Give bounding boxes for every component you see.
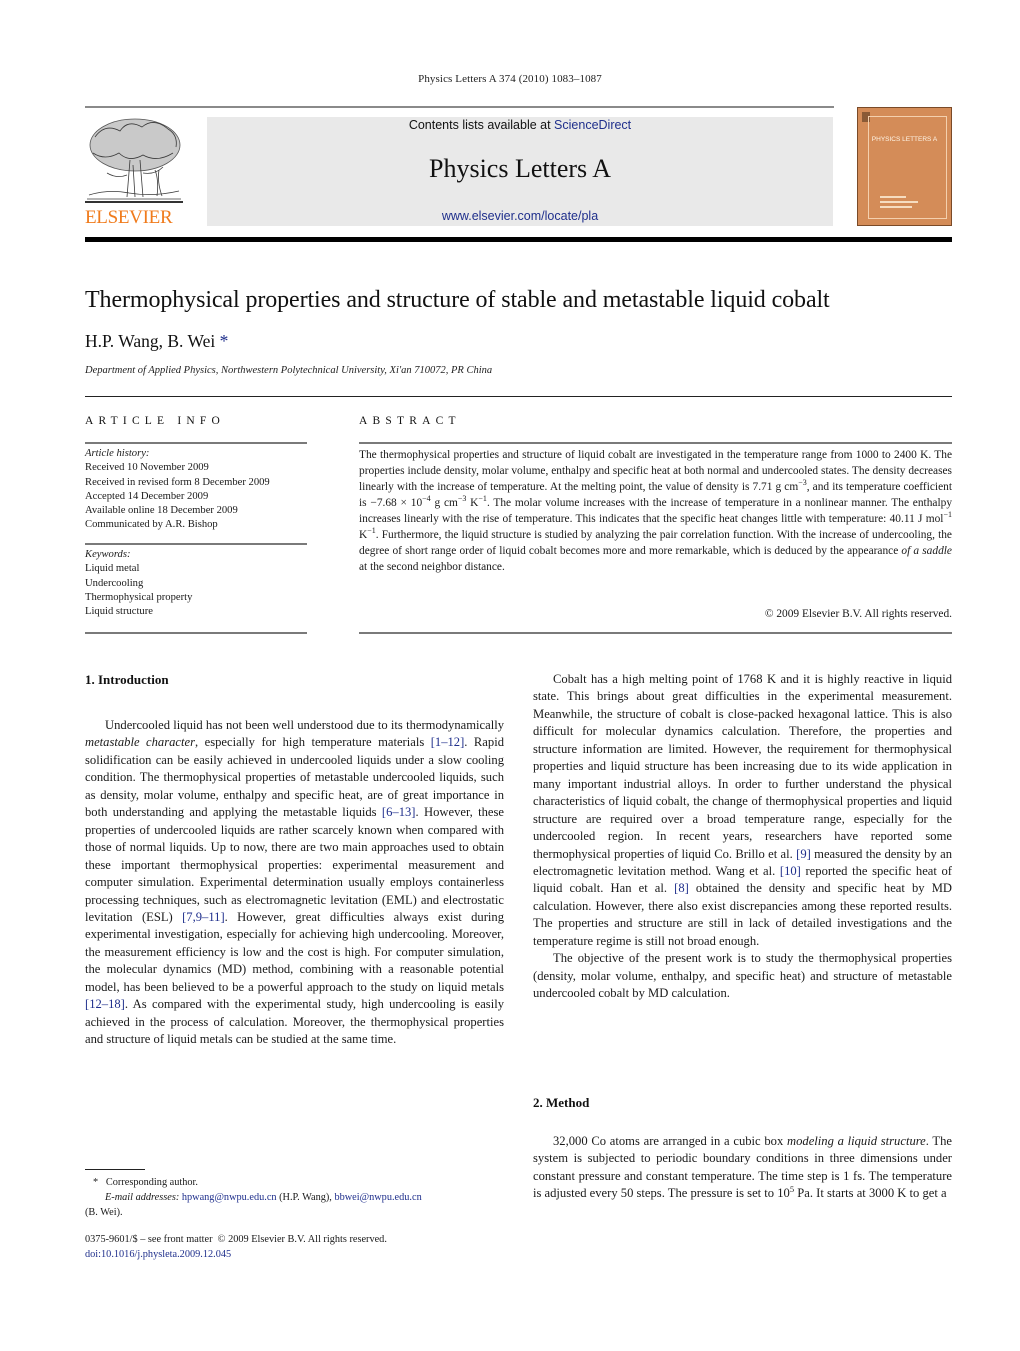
email-link[interactable]: bbwei@nwpu.edu.cn bbox=[334, 1192, 421, 1203]
cover-title: PHYSICS LETTERS A bbox=[871, 136, 938, 143]
introduction-column-left: Undercooled liquid has not been well und… bbox=[85, 717, 504, 1049]
abstract-text: The thermophysical properties and struct… bbox=[359, 449, 953, 573]
section-divider bbox=[85, 396, 952, 397]
abstract-rule bbox=[359, 442, 952, 444]
issn-doi-block: 0375-9601/$ – see front matter © 2009 El… bbox=[85, 1232, 504, 1262]
abstract-copyright: © 2009 Elsevier B.V. All rights reserved… bbox=[764, 608, 952, 620]
contents-line: Contents lists available at ScienceDirec… bbox=[207, 118, 833, 132]
corresponding-author-marker[interactable]: * bbox=[220, 331, 229, 351]
elsevier-tree-icon bbox=[85, 118, 183, 203]
citation-link[interactable]: [1–12] bbox=[431, 735, 465, 749]
history-item: Available online 18 December 2009 bbox=[85, 505, 238, 517]
authors: H.P. Wang, B. Wei * bbox=[85, 331, 228, 352]
history-item: Accepted 14 December 2009 bbox=[85, 490, 209, 502]
article-info-bottom-rule bbox=[85, 632, 307, 634]
history-item: Received 10 November 2009 bbox=[85, 462, 209, 474]
affiliation: Department of Applied Physics, Northwest… bbox=[85, 365, 493, 376]
paragraph: 32,000 Co atoms are arranged in a cubic … bbox=[533, 1134, 952, 1201]
citation-link[interactable]: [8] bbox=[674, 881, 689, 895]
section-heading-introduction: 1. Introduction bbox=[85, 672, 169, 687]
footnote-email-owner: (B. Wei). bbox=[85, 1207, 123, 1218]
keyword-item: Liquid structure bbox=[85, 606, 153, 618]
section-heading-method: 2. Method bbox=[533, 1095, 590, 1110]
elsevier-logo[interactable]: ELSEVIER bbox=[85, 115, 183, 228]
introduction-column-right: Cobalt has a high melting point of 1768 … bbox=[533, 671, 952, 1003]
author-names: H.P. Wang, B. Wei bbox=[85, 331, 216, 351]
abstract-heading: ABSTRACT bbox=[359, 415, 461, 427]
cover-text-line bbox=[880, 196, 906, 198]
keyword-item: Thermophysical property bbox=[85, 591, 193, 603]
footnote-rule bbox=[85, 1169, 145, 1170]
method-column: 32,000 Co atoms are arranged in a cubic … bbox=[533, 1133, 952, 1203]
paragraph: The objective of the present work is to … bbox=[533, 951, 952, 1001]
journal-banner: Contents lists available at ScienceDirec… bbox=[207, 117, 833, 226]
doi-link[interactable]: doi:10.1016/j.physleta.2009.12.045 bbox=[85, 1247, 504, 1262]
issn-line: 0375-9601/$ – see front matter © 2009 El… bbox=[85, 1234, 387, 1245]
paragraph: Cobalt has a high melting point of 1768 … bbox=[533, 672, 952, 948]
cover-frame bbox=[868, 116, 947, 219]
citation-link[interactable]: [7,9–11] bbox=[182, 910, 225, 924]
journal-url-link[interactable]: www.elsevier.com/locate/pla bbox=[207, 209, 833, 223]
journal-name: Physics Letters A bbox=[429, 154, 611, 183]
keyword-item: Undercooling bbox=[85, 577, 144, 589]
article-info-heading: ARTICLE INFO bbox=[85, 415, 225, 427]
abstract-bottom-rule bbox=[359, 632, 952, 634]
history-label: Article history: bbox=[85, 448, 150, 459]
citation-link[interactable]: [10] bbox=[780, 864, 801, 878]
footnote-corresponding: * Corresponding author. bbox=[93, 1177, 198, 1188]
history-item: Communicated by A.R. Bishop bbox=[85, 519, 218, 531]
running-head: Physics Letters A 374 (2010) 1083–1087 bbox=[418, 73, 602, 85]
paragraph: Undercooled liquid has not been well und… bbox=[85, 718, 505, 1047]
citation-link[interactable]: [6–13] bbox=[382, 805, 416, 819]
article-info-rule bbox=[85, 442, 307, 444]
masthead-rule bbox=[85, 237, 952, 242]
keywords-rule bbox=[85, 543, 307, 545]
keyword-item: Liquid metal bbox=[85, 563, 140, 575]
footnote: * Corresponding author. E-mail addresses… bbox=[85, 1175, 504, 1220]
header-rule bbox=[85, 106, 834, 108]
sciencedirect-link[interactable]: ScienceDirect bbox=[554, 118, 631, 132]
citation-link[interactable]: [12–18] bbox=[85, 997, 125, 1011]
email-link[interactable]: hpwang@nwpu.edu.cn bbox=[182, 1192, 277, 1203]
keywords: Keywords: Liquid metal Undercooling Ther… bbox=[85, 548, 307, 619]
cover-text-line bbox=[880, 201, 918, 203]
elsevier-wordmark: ELSEVIER bbox=[85, 207, 173, 228]
keywords-label: Keywords: bbox=[85, 549, 131, 560]
cover-text-line bbox=[880, 206, 912, 208]
history-item: Received in revised form 8 December 2009 bbox=[85, 476, 270, 488]
citation-link[interactable]: [9] bbox=[796, 847, 811, 861]
article-history: Article history: Received 10 November 20… bbox=[85, 447, 307, 533]
footnote-emails: E-mail addresses: hpwang@nwpu.edu.cn (H.… bbox=[105, 1192, 422, 1203]
journal-cover-thumbnail[interactable]: PHYSICS LETTERS A bbox=[857, 107, 952, 226]
article-title: Thermophysical properties and structure … bbox=[85, 287, 830, 313]
contents-prefix: Contents lists available at bbox=[408, 118, 555, 132]
